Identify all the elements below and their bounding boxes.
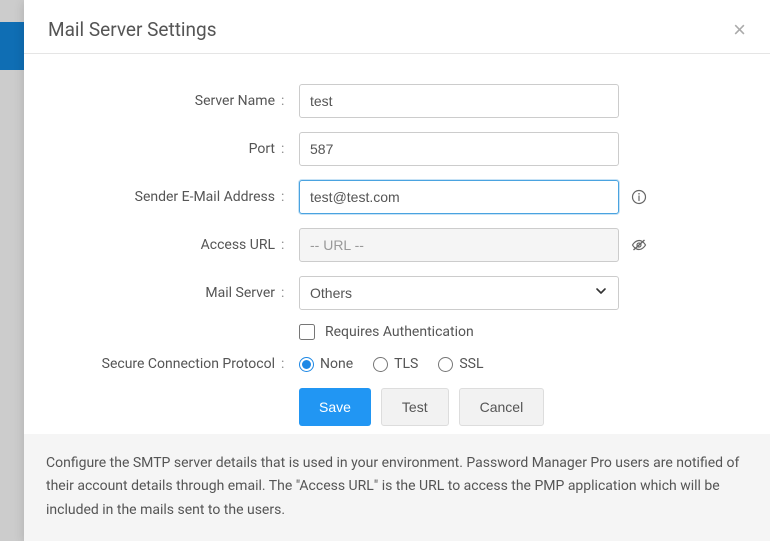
radio-none[interactable] [299,357,314,372]
save-button[interactable]: Save [299,388,371,426]
radio-item-none[interactable]: None [299,356,353,372]
close-icon: × [733,17,746,42]
radio-item-tls[interactable]: TLS [373,356,418,372]
modal-body: Server Name : Port : Sender E-Mail Addre… [24,54,770,436]
colon: : [281,141,289,157]
row-requires-auth: Requires Authentication [299,324,738,340]
row-protocol: Secure Connection Protocol : None TLS SS… [56,356,738,372]
mail-server-settings-modal: Mail Server Settings × Server Name : Por… [24,0,770,541]
colon: : [281,189,289,205]
button-row: Save Test Cancel [299,388,738,426]
row-mail-server: Mail Server : Others [56,276,738,310]
radio-tls[interactable] [373,357,388,372]
row-sender-email: Sender E-Mail Address : [56,180,738,214]
visibility-off-icon[interactable] [631,237,647,253]
radio-ssl[interactable] [438,357,453,372]
close-button[interactable]: × [733,19,746,41]
radio-label-ssl: SSL [459,356,483,372]
colon: : [281,356,289,372]
access-url-input[interactable] [299,228,619,262]
requires-auth-checkbox[interactable] [299,324,315,340]
test-button[interactable]: Test [381,388,449,426]
radio-item-ssl[interactable]: SSL [438,356,483,372]
label-protocol: Secure Connection Protocol [56,356,281,372]
label-access-url: Access URL [56,237,281,253]
mail-server-select[interactable]: Others [299,276,619,310]
colon: : [281,285,289,301]
label-sender-email: Sender E-Mail Address [56,189,281,205]
label-mail-server: Mail Server [56,285,281,301]
modal-title: Mail Server Settings [48,18,217,41]
port-input[interactable] [299,132,619,166]
cancel-button[interactable]: Cancel [459,388,545,426]
sender-email-input[interactable] [299,180,619,214]
server-name-input[interactable] [299,84,619,118]
colon: : [281,237,289,253]
info-icon[interactable] [631,189,647,205]
label-server-name: Server Name [56,93,281,109]
help-text: Configure the SMTP server details that i… [24,434,770,541]
protocol-radio-group: None TLS SSL [299,356,484,372]
backdrop-banner [0,22,26,70]
label-port: Port [56,141,281,157]
row-port: Port : [56,132,738,166]
row-server-name: Server Name : [56,84,738,118]
radio-label-tls: TLS [394,356,418,372]
label-requires-auth[interactable]: Requires Authentication [325,324,474,340]
colon: : [281,93,289,109]
modal-header: Mail Server Settings × [24,0,770,54]
row-access-url: Access URL : [56,228,738,262]
radio-label-none: None [320,356,353,372]
